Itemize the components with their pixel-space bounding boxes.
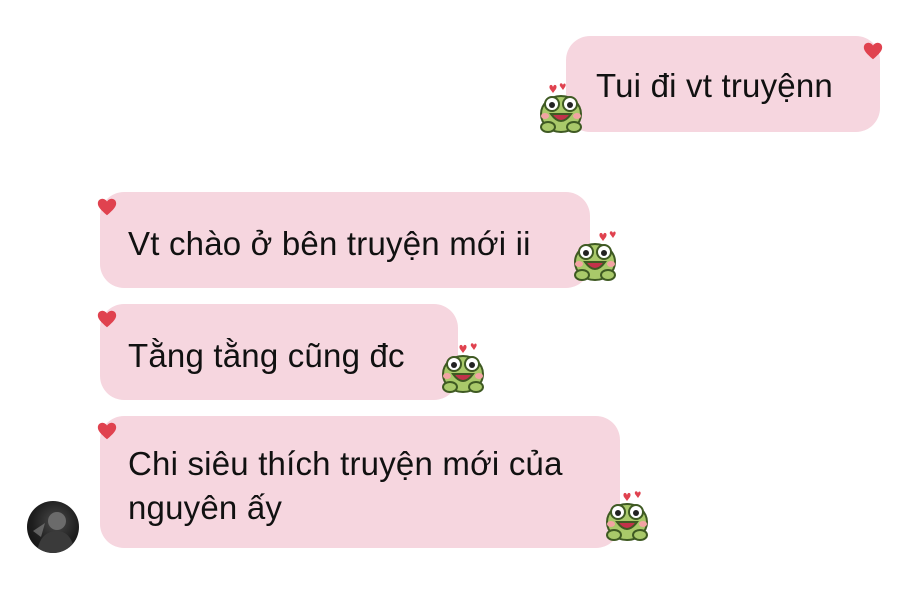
message-text: Chi siêu thích truyện mới của nguyên ấy — [128, 445, 563, 526]
heart-icon — [863, 42, 883, 60]
message-bubble-incoming[interactable]: Chi siêu thích truyện mới của nguyên ấy — [100, 416, 620, 548]
message-text: Vt chào ở bên truyện mới ii — [128, 225, 531, 262]
heart-icon — [97, 310, 117, 328]
message-text: Tui đi vt truyệnn — [596, 67, 833, 104]
message-bubble-incoming[interactable]: Vt chào ở bên truyện mới ii — [100, 192, 590, 288]
avatar-photo — [33, 512, 75, 553]
heart-icon — [97, 422, 117, 440]
frog-sticker-icon — [442, 343, 484, 393]
avatar[interactable] — [27, 501, 79, 553]
message-bubble-incoming[interactable]: Tằng tằng cũng đc — [100, 304, 458, 400]
heart-icon — [97, 198, 117, 216]
chat-thread: Tui đi vt truyệnn Vt chào ở bên truyện m… — [0, 0, 911, 600]
message-bubble-outgoing[interactable]: Tui đi vt truyệnn — [566, 36, 880, 132]
message-text: Tằng tằng cũng đc — [128, 337, 405, 374]
frog-sticker-icon — [574, 231, 616, 281]
frog-sticker-icon — [540, 83, 582, 133]
frog-sticker-icon — [606, 491, 648, 541]
